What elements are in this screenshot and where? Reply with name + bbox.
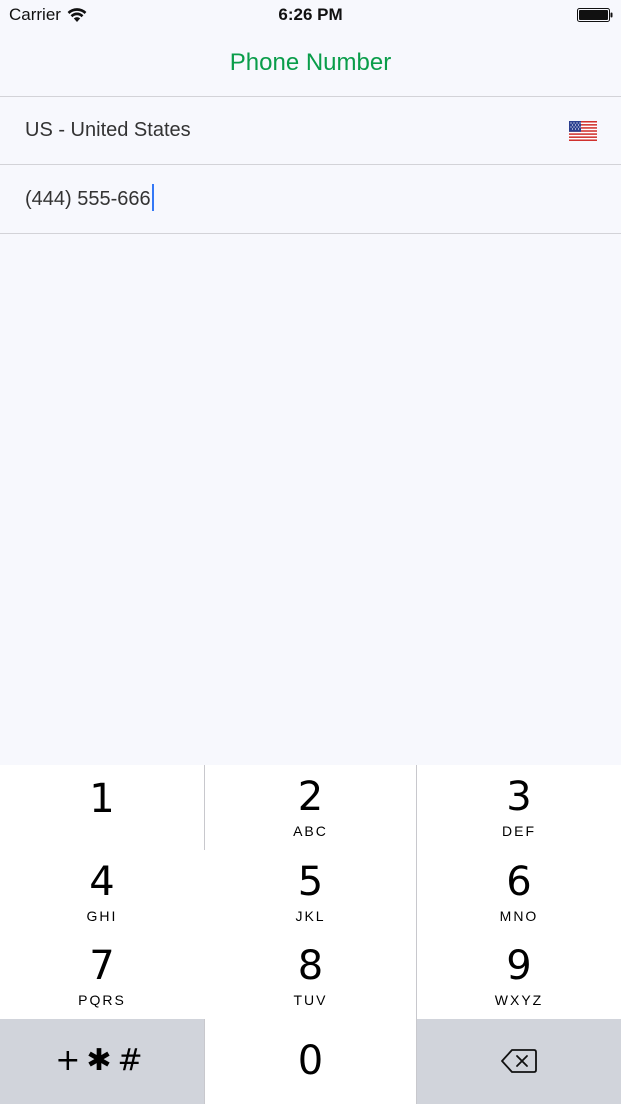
key-digit: 1 — [89, 776, 115, 822]
country-label: US - United States — [25, 119, 191, 141]
key-letters: PQRS — [78, 992, 126, 1008]
keypad-divider — [204, 1019, 205, 1104]
key-2[interactable]: 2 ABC — [205, 765, 416, 850]
key-digit: 9 — [506, 943, 532, 989]
key-9[interactable]: 9 WXYZ — [417, 935, 621, 1019]
key-8[interactable]: 8 TUV — [205, 935, 416, 1019]
key-4[interactable]: 4 GHI — [0, 850, 204, 935]
status-bar: Carrier 6:26 PM — [0, 0, 621, 32]
phone-number-text: (444) 555-666 — [25, 187, 151, 210]
page-title: Phone Number — [229, 49, 392, 76]
key-digit: 5 — [297, 859, 324, 905]
key-7[interactable]: 7 PQRS — [0, 935, 204, 1019]
key-digit: 4 — [89, 859, 115, 905]
key-letters: JKL — [295, 908, 326, 924]
key-digit: 3 — [506, 774, 532, 820]
key-letters: TUV — [293, 992, 328, 1008]
backspace-icon — [501, 1049, 537, 1073]
key-letters: DEF — [502, 823, 536, 839]
key-digit: 2 — [297, 774, 324, 820]
key-digit: 8 — [297, 943, 324, 989]
key-3[interactable]: 3 DEF — [417, 765, 621, 850]
numeric-keypad: 1 2 ABC 3 DEF 4 GHI 5 JKL 6 MNO 7 PQRS 8… — [0, 765, 621, 1104]
key-0[interactable]: 0 — [205, 1019, 416, 1104]
nav-bar: Phone Number — [0, 32, 621, 97]
symbols-key-label: +✱# — [55, 1043, 149, 1078]
symbols-key[interactable]: +✱# — [0, 1019, 204, 1104]
key-digit: 6 — [506, 859, 532, 905]
key-6[interactable]: 6 MNO — [417, 850, 621, 935]
text-caret — [151, 184, 154, 212]
country-selector-row[interactable]: US - United States — [0, 97, 621, 165]
key-digit: 0 — [297, 1038, 324, 1084]
key-letters: GHI — [86, 908, 118, 924]
key-1[interactable]: 1 — [0, 765, 204, 850]
key-digit: 7 — [89, 943, 115, 989]
us-flag-icon — [569, 121, 597, 141]
keypad-divider — [204, 765, 205, 850]
battery-icon — [577, 8, 613, 22]
key-letters: MNO — [499, 908, 539, 924]
backspace-key[interactable] — [417, 1019, 621, 1104]
key-letters: ABC — [293, 823, 328, 839]
key-5[interactable]: 5 JKL — [205, 850, 416, 935]
status-time: 6:26 PM — [278, 5, 343, 24]
phone-number-input[interactable]: (444) 555-666 — [0, 166, 621, 234]
phone-number-value[interactable]: (444) 555-666 — [25, 184, 154, 212]
key-letters: WXYZ — [494, 992, 544, 1008]
keypad-divider — [416, 765, 417, 1104]
